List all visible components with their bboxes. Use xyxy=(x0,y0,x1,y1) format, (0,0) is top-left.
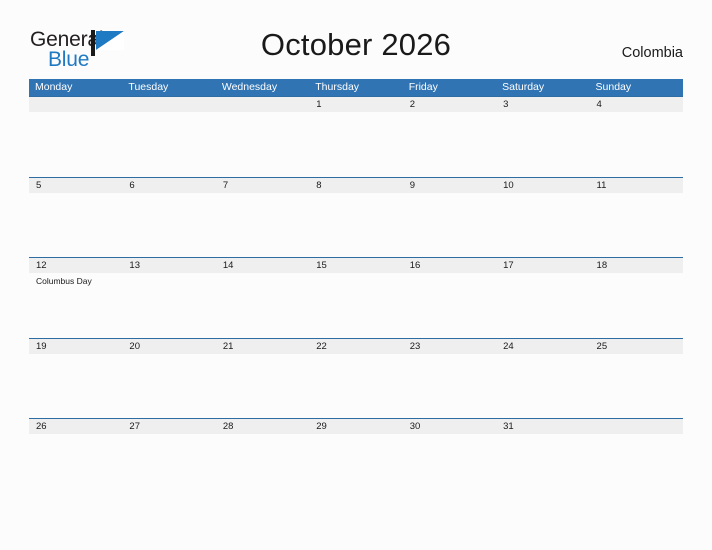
calendar-grid: Monday Tuesday Wednesday Thursday Friday… xyxy=(29,79,683,499)
page-header: General Blue October 2026 Colombia xyxy=(0,0,712,71)
day-cell-number[interactable]: 25 xyxy=(590,339,683,354)
day-cell-number[interactable]: 24 xyxy=(496,339,589,354)
day-cell-event xyxy=(216,434,309,436)
day-cell-event xyxy=(216,112,309,114)
date-number-strip: 12 13 14 15 16 17 18 xyxy=(29,258,683,273)
day-cell-event xyxy=(216,273,309,288)
weekday-tuesday: Tuesday xyxy=(128,81,169,93)
page-title: October 2026 xyxy=(260,27,452,62)
day-cell-number[interactable]: 9 xyxy=(403,178,496,193)
date-number-strip: 26 27 28 29 30 31 xyxy=(29,419,683,434)
weekday-friday: Friday xyxy=(408,81,438,93)
weekday-wednesday: Wednesday xyxy=(221,81,278,93)
calendar-week-row: 5 6 7 8 9 10 11 xyxy=(29,176,683,258)
weekday-monday: Monday xyxy=(35,81,73,93)
day-cell-event xyxy=(309,354,402,356)
day-cell-number[interactable]: 5 xyxy=(29,178,122,193)
day-cell-number[interactable] xyxy=(122,97,215,112)
day-cell-event xyxy=(122,434,215,436)
day-cell-number[interactable]: 12 xyxy=(29,258,122,273)
day-cell-event xyxy=(216,354,309,356)
weekday-saturday: Saturday xyxy=(502,81,545,93)
weekday-sunday: Sunday xyxy=(595,81,632,93)
day-cell-event xyxy=(29,193,122,195)
day-cell-event xyxy=(309,273,402,288)
event-row xyxy=(29,434,683,436)
country-label: Colombia xyxy=(621,45,683,61)
day-cell-event xyxy=(403,193,496,195)
calendar-week-row: 26 27 28 29 30 31 xyxy=(29,418,683,499)
day-cell-number[interactable]: 7 xyxy=(216,178,309,193)
event-row xyxy=(29,112,683,114)
day-cell-number[interactable]: 1 xyxy=(309,97,402,112)
day-cell-event xyxy=(122,273,215,288)
calendar-week-row: 12 13 14 15 16 17 18 Columbus Day xyxy=(29,257,683,338)
day-cell-event xyxy=(403,354,496,356)
day-cell-number[interactable]: 11 xyxy=(590,178,683,193)
day-cell-event xyxy=(496,112,589,114)
day-cell-event xyxy=(590,273,683,288)
day-cell-event xyxy=(29,112,122,114)
day-cell-number[interactable]: 3 xyxy=(496,97,589,112)
calendar-week-row: 19 20 21 22 23 24 25 xyxy=(29,337,683,419)
day-cell-number[interactable]: 31 xyxy=(496,419,589,434)
day-cell-event xyxy=(496,434,589,436)
event-row: Columbus Day xyxy=(29,273,683,288)
day-cell-event xyxy=(590,434,683,436)
day-cell-event xyxy=(122,112,215,114)
calendar-page: General Blue October 2026 Colombia Monda… xyxy=(0,0,712,550)
day-cell-event xyxy=(496,193,589,195)
day-cell-number[interactable]: 19 xyxy=(29,339,122,354)
day-cell-number[interactable]: 21 xyxy=(216,339,309,354)
day-cell-event xyxy=(403,112,496,114)
day-cell-event xyxy=(309,112,402,114)
day-cell-number[interactable]: 10 xyxy=(496,178,589,193)
day-cell-number[interactable]: 15 xyxy=(309,258,402,273)
day-cell-event xyxy=(590,354,683,356)
date-number-strip: 19 20 21 22 23 24 25 xyxy=(29,338,683,354)
day-cell-number[interactable]: 2 xyxy=(403,97,496,112)
day-cell-number[interactable]: 23 xyxy=(403,339,496,354)
day-cell-event xyxy=(29,354,122,356)
day-cell-event xyxy=(590,193,683,195)
event-row xyxy=(29,354,683,356)
weekday-thursday: Thursday xyxy=(315,81,360,93)
day-cell-event: Columbus Day xyxy=(36,276,92,286)
day-cell-event xyxy=(590,112,683,114)
day-cell-number[interactable]: 14 xyxy=(216,258,309,273)
day-cell-number[interactable]: 8 xyxy=(309,178,402,193)
day-cell-event xyxy=(122,193,215,195)
day-cell-number[interactable]: 30 xyxy=(403,419,496,434)
day-cell-number[interactable]: 20 xyxy=(122,339,215,354)
date-number-strip: 1 2 3 4 xyxy=(29,97,683,112)
event-row xyxy=(29,193,683,195)
day-cell-event xyxy=(122,354,215,356)
day-cell-event xyxy=(403,434,496,436)
day-cell-number[interactable]: 18 xyxy=(590,258,683,273)
day-cell-number[interactable] xyxy=(216,97,309,112)
day-cell-event xyxy=(29,434,122,436)
day-cell-number[interactable] xyxy=(590,419,683,434)
day-cell-number[interactable]: 29 xyxy=(309,419,402,434)
day-cell-event xyxy=(496,354,589,356)
day-cell-number[interactable]: 17 xyxy=(496,258,589,273)
day-cell-event xyxy=(309,193,402,195)
date-number-strip: 5 6 7 8 9 10 11 xyxy=(29,177,683,193)
day-cell-number[interactable] xyxy=(29,97,122,112)
day-cell-event xyxy=(403,273,496,288)
day-cell-event xyxy=(216,193,309,195)
weekday-header-row: Monday Tuesday Wednesday Thursday Friday… xyxy=(29,79,683,96)
day-cell-event xyxy=(309,434,402,436)
day-cell-event xyxy=(496,273,589,288)
calendar-week-row: 1 2 3 4 xyxy=(29,96,683,177)
day-cell-number[interactable]: 16 xyxy=(403,258,496,273)
day-cell-number[interactable]: 22 xyxy=(309,339,402,354)
day-cell-number[interactable]: 6 xyxy=(122,178,215,193)
day-cell-number[interactable]: 4 xyxy=(590,97,683,112)
day-cell-number[interactable]: 27 xyxy=(122,419,215,434)
day-cell-number[interactable]: 13 xyxy=(122,258,215,273)
day-cell-number[interactable]: 26 xyxy=(29,419,122,434)
day-cell-number[interactable]: 28 xyxy=(216,419,309,434)
